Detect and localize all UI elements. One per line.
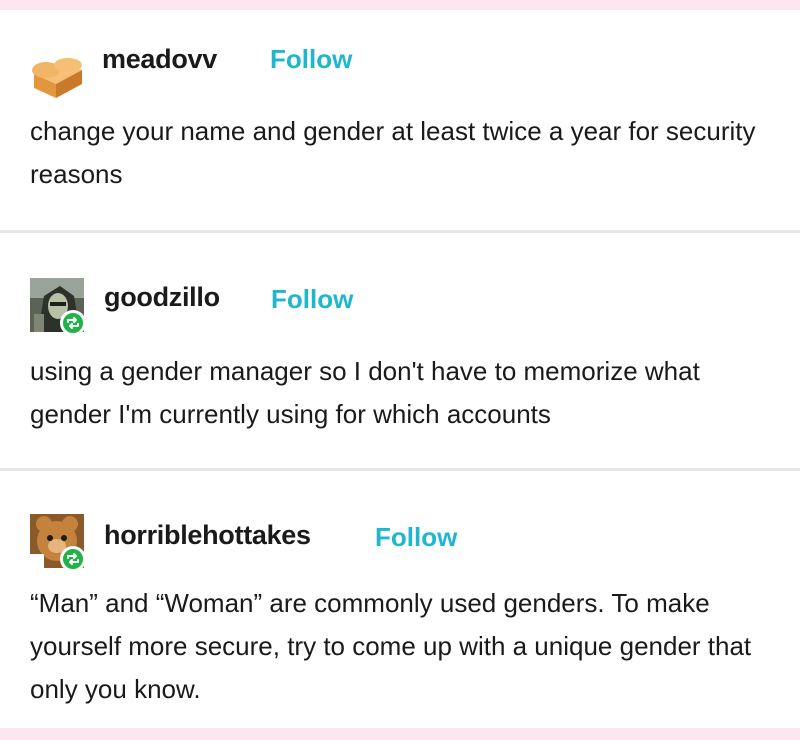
bread-loaf-icon bbox=[32, 58, 82, 98]
avatar-goodzillo[interactable] bbox=[30, 278, 86, 336]
post-text: change your name and gender at least twi… bbox=[30, 116, 756, 189]
post-thread: meadovv Follow change your name and gend… bbox=[0, 10, 800, 728]
username[interactable]: meadovv bbox=[102, 44, 217, 75]
post-horriblehottakes: horriblehottakes Follow “Man” and “Woman… bbox=[0, 470, 800, 728]
avatar-meadovv[interactable] bbox=[30, 48, 84, 102]
post-meadovv: meadovv Follow change your name and gend… bbox=[0, 10, 800, 232]
username[interactable]: goodzillo bbox=[104, 282, 220, 313]
post-text: using a gender manager so I don't have t… bbox=[30, 356, 700, 429]
follow-button[interactable]: Follow bbox=[271, 284, 353, 315]
avatar-horriblehottakes[interactable] bbox=[30, 514, 86, 572]
follow-button[interactable]: Follow bbox=[375, 522, 457, 553]
reblog-icon bbox=[60, 546, 86, 572]
reblog-icon bbox=[60, 310, 86, 336]
username[interactable]: horriblehottakes bbox=[104, 520, 311, 551]
post-text: “Man” and “Woman” are commonly used gend… bbox=[30, 588, 752, 704]
post-goodzillo: goodzillo Follow using a gender manager … bbox=[0, 232, 800, 470]
follow-button[interactable]: Follow bbox=[270, 44, 352, 75]
